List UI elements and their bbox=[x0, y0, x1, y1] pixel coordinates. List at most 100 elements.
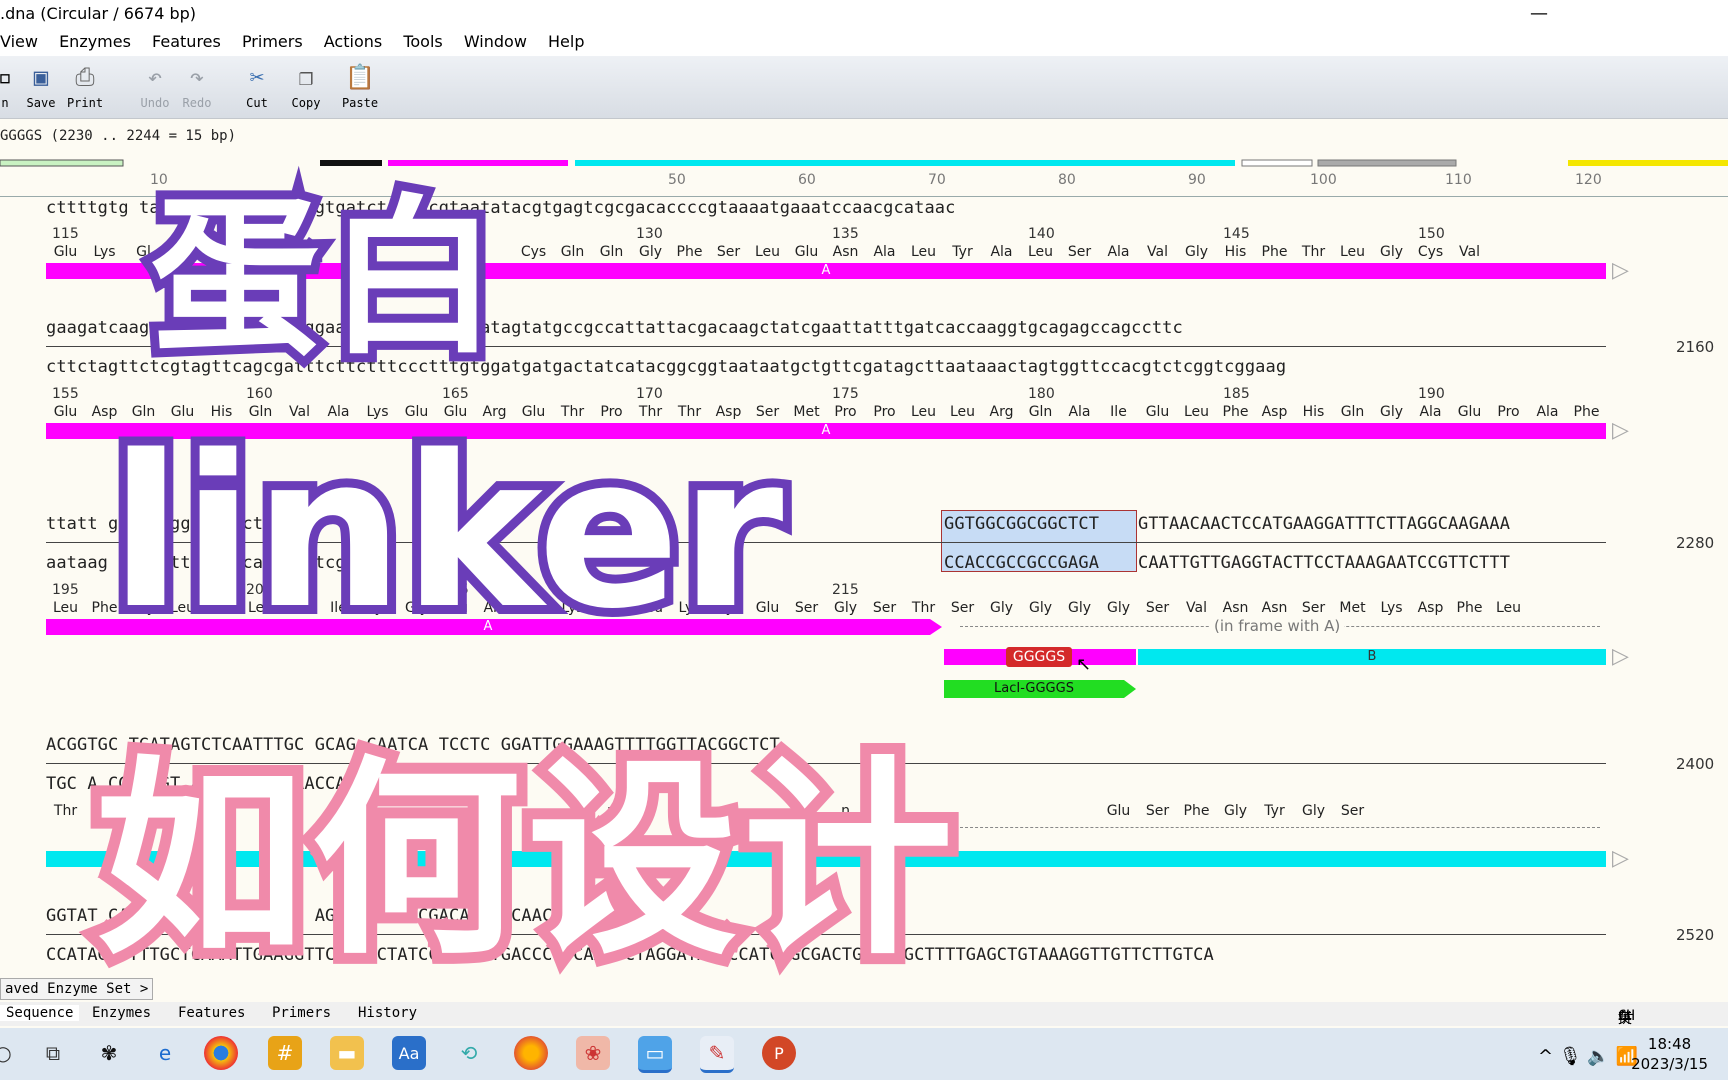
ruler-tick: 110 bbox=[1445, 172, 1472, 188]
selected-bases-bottom[interactable]: CCACCGCCGCCGAGA bbox=[944, 553, 1099, 573]
ruler-tick: 100 bbox=[1310, 172, 1337, 188]
ruler-tick: 90 bbox=[1188, 172, 1206, 188]
in-frame-note: (in frame with A) bbox=[1210, 617, 1345, 635]
printer-icon: ⎙ bbox=[75, 63, 95, 91]
aa-number: 140 bbox=[1028, 226, 1055, 242]
ruler-tick: 60 bbox=[798, 172, 816, 188]
clock-time: 18:48 bbox=[1647, 1035, 1692, 1053]
menu-window[interactable]: Window bbox=[464, 28, 527, 56]
clock[interactable]: 18:48 2023/3/15 bbox=[1631, 1034, 1708, 1074]
speaker-icon[interactable]: 🔈 bbox=[1587, 1046, 1609, 1067]
enzyme-set-row: aved Enzyme Set > bbox=[0, 978, 1728, 1000]
taskbar: ○ ⧉ ✾ e # ▬ Aa ⟲ ❀ ▭ ✎ P ^ 🎙 🔈 📶 18:48 2… bbox=[0, 1028, 1728, 1080]
menu-help[interactable]: Help bbox=[548, 28, 584, 56]
menu-actions[interactable]: Actions bbox=[324, 28, 382, 56]
firefox-icon[interactable] bbox=[514, 1036, 548, 1070]
system-tray[interactable]: ^ 🎙 🔈 📶 bbox=[1538, 1046, 1638, 1067]
image-app-icon[interactable]: ❀ bbox=[576, 1036, 610, 1070]
tab-enzymes[interactable]: Enzymes bbox=[92, 1005, 151, 1021]
save-button[interactable]: ▣ Save bbox=[16, 62, 66, 110]
task-view-icon[interactable]: ⧉ bbox=[36, 1036, 70, 1070]
toolbar: ▫ n ▣ Save ⎙ Print ↶ Undo ↷ Redo ✂ Cut ❐ Copy 📋… bbox=[0, 56, 1728, 119]
tab-history[interactable]: History bbox=[358, 1005, 417, 1021]
redo-button[interactable]: ↷ Redo bbox=[172, 62, 222, 110]
ruler-tick: 70 bbox=[928, 172, 946, 188]
copy-icon: ❐ bbox=[298, 63, 314, 91]
sequence-bottom-strand[interactable]: CAATTGTTGAGGTACTTCCTAAAGAATCCGTTCTTT bbox=[1138, 553, 1510, 573]
copy-button[interactable]: ❐ Copy bbox=[281, 62, 331, 110]
undo-icon: ↶ bbox=[147, 63, 163, 91]
chevron-up-icon[interactable]: ^ bbox=[1538, 1046, 1553, 1067]
aa-number: 175 bbox=[832, 386, 859, 402]
bp-position: 2520 bbox=[1676, 926, 1715, 944]
arrow-right-icon: ▷ bbox=[1612, 258, 1629, 283]
floppy-icon: ▣ bbox=[33, 63, 49, 91]
redo-icon: ↷ bbox=[189, 63, 205, 91]
clipboard-icon: 📋 bbox=[345, 63, 375, 91]
folder-icon[interactable]: ▬ bbox=[330, 1036, 364, 1070]
tab-features[interactable]: Features bbox=[178, 1005, 245, 1021]
title-bar: .dna (Circular / 6674 bp) — bbox=[0, 0, 1728, 28]
aa-number: 170 bbox=[636, 386, 663, 402]
clock-date: 2023/3/15 bbox=[1631, 1055, 1708, 1073]
bp-position: 2400 bbox=[1676, 755, 1715, 773]
overlay-title-linker: linker bbox=[101, 401, 792, 664]
mouse-cursor-icon: ↖ bbox=[1076, 654, 1092, 675]
menu-features[interactable]: Features bbox=[152, 28, 221, 56]
app-icon[interactable]: ✾ bbox=[92, 1036, 126, 1070]
aa-number: 195 bbox=[52, 582, 79, 598]
explorer-icon[interactable]: ▭ bbox=[638, 1036, 672, 1073]
menu-tools[interactable]: Tools bbox=[403, 28, 442, 56]
aa-number: 155 bbox=[52, 386, 79, 402]
tab-primers[interactable]: Primers bbox=[272, 1005, 331, 1021]
menu-view[interactable]: View bbox=[0, 28, 38, 56]
enzyme-set-selector[interactable]: aved Enzyme Set > bbox=[0, 978, 154, 1000]
menu-bar: View Enzymes Features Primers Actions To… bbox=[0, 28, 1728, 56]
browser-ie-icon[interactable]: e bbox=[148, 1036, 182, 1070]
overlay-title-how-to-design: 如何设计 bbox=[84, 727, 964, 994]
microphone-icon[interactable]: 🎙 bbox=[1559, 1046, 1582, 1067]
aa-number: 135 bbox=[832, 226, 859, 242]
arrow-right-icon: ▷ bbox=[1612, 846, 1629, 871]
view-tabs: Sequence Enzymes Features Primers Histor… bbox=[0, 1002, 1728, 1027]
network-app-icon[interactable]: ⟲ bbox=[452, 1036, 486, 1070]
grid-app-icon[interactable]: # bbox=[268, 1036, 302, 1070]
bp-position: 2280 bbox=[1676, 534, 1715, 552]
snapgene-icon[interactable]: ✎ bbox=[700, 1036, 734, 1073]
scissors-icon: ✂ bbox=[249, 63, 265, 91]
overlay-title-protein: 蛋白 bbox=[141, 171, 507, 387]
powerpoint-icon[interactable]: P bbox=[762, 1036, 796, 1070]
aa-number: 150 bbox=[1418, 226, 1445, 242]
aa-number: 165 bbox=[442, 386, 469, 402]
linker-label-box[interactable]: GGGGS bbox=[1006, 647, 1072, 667]
aa-number: 130 bbox=[636, 226, 663, 242]
sequence-top-strand[interactable]: GTTAACAACTCCATGAAGGATTTCTTAGGCAAGAAA bbox=[1138, 514, 1510, 534]
lacl-ggggs-feature[interactable]: LacI-GGGGS bbox=[944, 680, 1124, 698]
bp-position: 2160 bbox=[1676, 338, 1715, 356]
tab-sequence[interactable]: Sequence bbox=[0, 1005, 80, 1021]
cut-button[interactable]: ✂ Cut bbox=[232, 62, 282, 110]
menu-enzymes[interactable]: Enzymes bbox=[59, 28, 131, 56]
feature-b-bar[interactable]: B bbox=[1138, 649, 1606, 665]
selected-bases-top[interactable]: GGTGGCGGCGGCTCT bbox=[944, 514, 1099, 534]
arrow-right-icon: ▷ bbox=[1612, 418, 1629, 443]
aa-number: 145 bbox=[1223, 226, 1250, 242]
aa-number: 185 bbox=[1223, 386, 1250, 402]
minimize-icon[interactable]: — bbox=[1530, 0, 1548, 28]
ruler-tick: 80 bbox=[1058, 172, 1076, 188]
search-icon[interactable]: ○ bbox=[0, 1036, 20, 1070]
paste-button[interactable]: 📋 Paste bbox=[335, 62, 385, 110]
frame-continuation-line bbox=[960, 827, 1600, 828]
arrow-right-icon: ▷ bbox=[1612, 644, 1629, 669]
print-button[interactable]: ⎙ Print bbox=[60, 62, 110, 110]
aa-number: 115 bbox=[52, 226, 79, 242]
ruler-tick: 120 bbox=[1575, 172, 1602, 188]
text-app-icon[interactable]: Aa bbox=[392, 1036, 426, 1070]
aa-number: 215 bbox=[832, 582, 859, 598]
feature-arrowhead bbox=[1124, 680, 1136, 698]
aa-number: 190 bbox=[1418, 386, 1445, 402]
aa-number: 180 bbox=[1028, 386, 1055, 402]
menu-primers[interactable]: Primers bbox=[242, 28, 303, 56]
chrome-icon[interactable] bbox=[204, 1036, 238, 1070]
feature-arrowhead bbox=[930, 619, 942, 635]
